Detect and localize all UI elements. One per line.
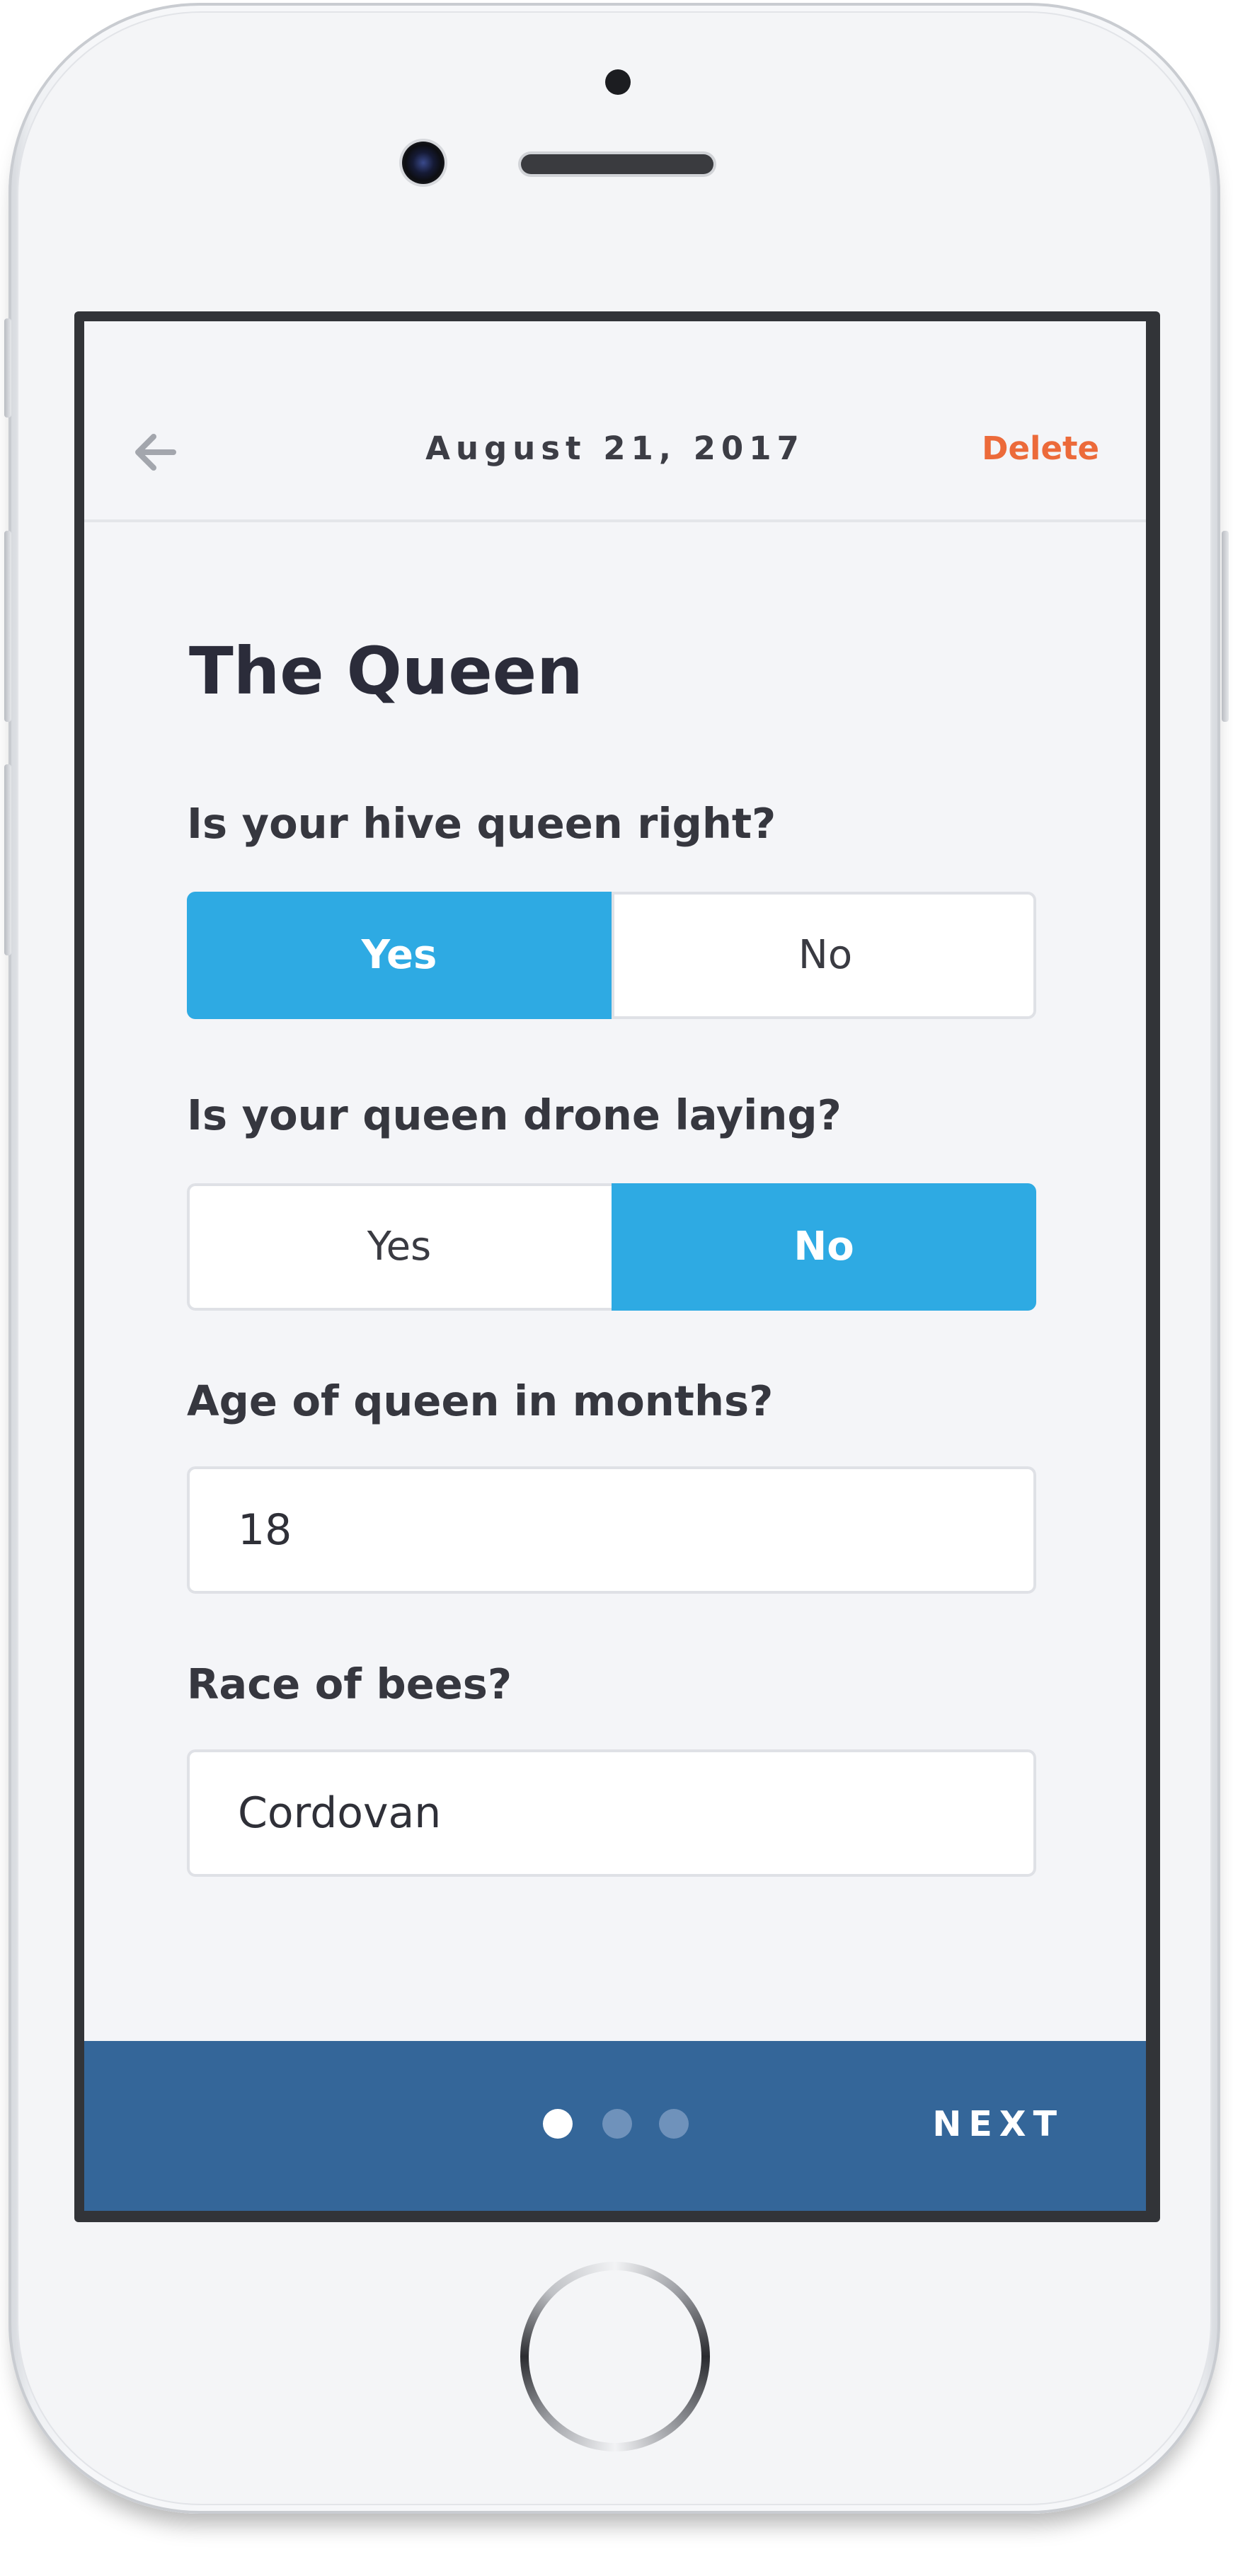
page-dot-2[interactable] [602,2109,632,2139]
page-dot-3[interactable] [659,2109,689,2139]
question-drone-laying-label: Is your queen drone laying? [187,1091,842,1139]
mute-switch [4,318,11,418]
home-button[interactable] [520,2262,710,2451]
page-title: The Queen [189,633,583,709]
volume-up-button [4,531,11,722]
delete-button[interactable]: Delete [982,427,1099,470]
queen-right-toggle: Yes No [187,892,1036,1019]
proximity-sensor [605,69,631,95]
power-button [1222,531,1229,722]
bee-race-label: Race of bees? [187,1660,512,1708]
app-screen: August 21, 2017 Delete The Queen Is your… [84,321,1146,2211]
drone-laying-toggle: Yes No [187,1183,1036,1311]
question-queen-right-label: Is your hive queen right? [187,799,776,848]
bee-race-input[interactable]: Cordovan [187,1749,1036,1877]
drone-laying-yes-option[interactable]: Yes [187,1183,612,1311]
queen-right-no-option[interactable]: No [612,892,1036,1019]
front-camera [402,142,445,184]
screen-frame: August 21, 2017 Delete The Queen Is your… [74,311,1160,2222]
queen-age-label: Age of queen in months? [187,1376,774,1425]
queen-right-yes-option[interactable]: Yes [187,892,612,1019]
drone-laying-no-option[interactable]: No [612,1183,1036,1311]
top-navigation-bar: August 21, 2017 Delete [84,321,1146,522]
bottom-navigation-bar: NEXT [84,2041,1146,2211]
page-dot-1[interactable] [543,2109,573,2139]
volume-down-button [4,764,11,955]
earpiece-speaker [521,154,713,174]
next-button[interactable]: NEXT [932,2103,1064,2146]
queen-age-input[interactable]: 18 [187,1466,1036,1594]
